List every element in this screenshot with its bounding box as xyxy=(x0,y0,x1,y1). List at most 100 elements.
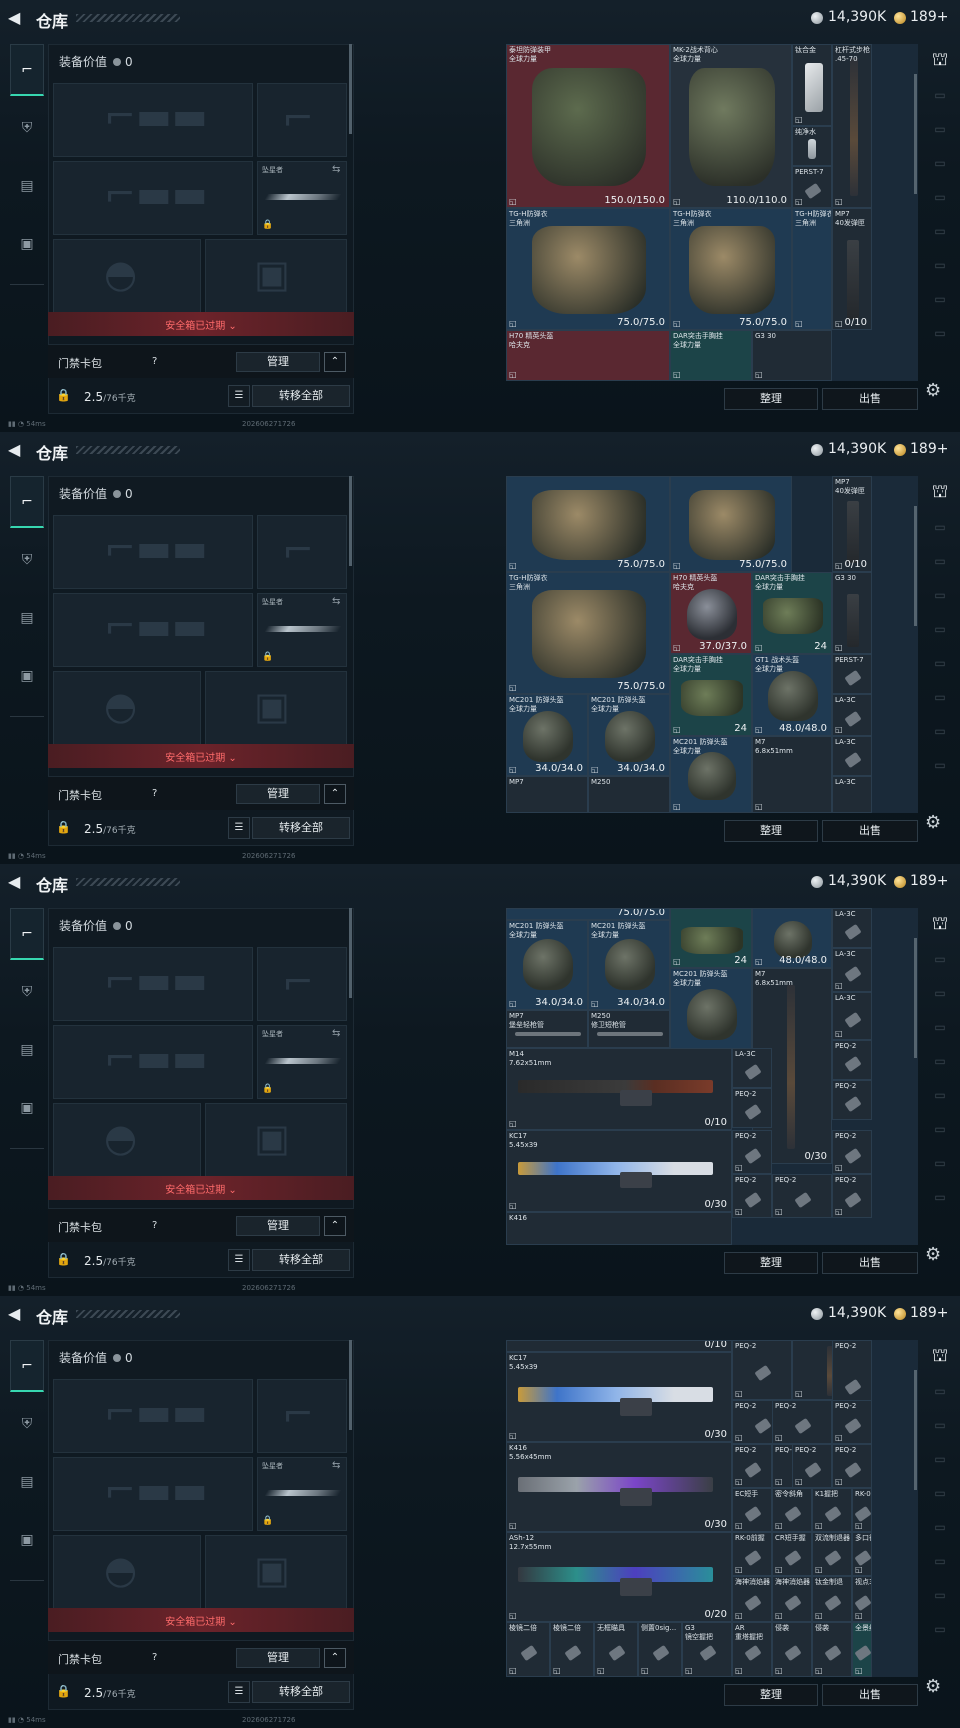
stash-item[interactable]: LA-3C xyxy=(732,1048,772,1088)
stash-item[interactable]: PEQ-2 ◱ xyxy=(832,1174,872,1218)
container-icon[interactable]: ▭ xyxy=(924,1180,956,1214)
stash-item[interactable]: PEQ-2 ◱ xyxy=(832,1130,872,1174)
stash-item[interactable]: 钛合金 ◱ xyxy=(792,44,832,126)
backpack-icon[interactable]: ⛫ xyxy=(924,44,956,78)
helmet-slot[interactable]: ◓ xyxy=(53,671,201,745)
backpack-icon[interactable]: ⛫ xyxy=(924,476,956,510)
stash-item[interactable]: MC201 防弹头盔 全球力量 34.0/34.0 ◱ xyxy=(506,920,588,1010)
stash-item[interactable]: MC201 防弹头盔 全球力量 34.0/34.0 ◱ xyxy=(588,920,670,1010)
stash-item[interactable]: 无框瞄具 ◱ xyxy=(594,1622,638,1677)
stash-item[interactable]: LA-3C ◱ xyxy=(832,992,872,1040)
container-icon[interactable]: ▭ xyxy=(924,942,956,976)
stash-item[interactable]: TG-H防弹衣 三角洲 75.0/75.0 ◱ xyxy=(506,208,670,330)
safe-box-expired-bar[interactable]: 安全箱已过期 ⌄ xyxy=(48,1176,354,1200)
stash-item[interactable]: 双流制退器 ◱ xyxy=(812,1532,852,1576)
secondary-weapon-slot[interactable]: ⌐▬▬ xyxy=(53,593,253,667)
container-icon[interactable]: ▭ xyxy=(924,1146,956,1180)
stash-item[interactable]: PEQ-2 ◱ xyxy=(832,1400,872,1444)
clipboard-category-icon[interactable]: ▤ xyxy=(10,1024,44,1076)
armor-category-icon[interactable]: ⛨ xyxy=(10,534,44,586)
stash-item[interactable]: DAR突击手胸挂 全球力量 24 ◱ xyxy=(752,572,832,654)
case-category-icon[interactable]: ▣ xyxy=(10,218,44,270)
stash-item[interactable]: 海神消焰器 ◱ xyxy=(732,1576,772,1622)
stash-item[interactable]: 棱镜二倍 ◱ xyxy=(506,1622,550,1677)
secondary-weapon-slot[interactable]: ⌐▬▬ xyxy=(53,1025,253,1099)
stash-item[interactable]: DAR突击手胸挂 全球力量 ◱ xyxy=(670,330,752,381)
container-icon[interactable]: ▭ xyxy=(924,646,956,680)
loadout-scrollbar[interactable] xyxy=(349,44,352,134)
stash-scrollbar[interactable] xyxy=(914,938,917,1058)
sort-button[interactable]: 整理 xyxy=(724,1684,818,1706)
loadout-scrollbar[interactable] xyxy=(349,1340,352,1430)
pistol-slot[interactable]: ⌐ xyxy=(257,947,347,1021)
container-icon[interactable]: ▭ xyxy=(924,1374,956,1408)
stash-item[interactable]: MC201 防弹头盔 全球力量 ◱ xyxy=(670,736,752,813)
gun-category-icon[interactable]: ⌐ xyxy=(10,476,44,528)
stash-item[interactable]: PEQ-2 xyxy=(832,1040,872,1080)
stash-item[interactable]: PERST-7 ◱ xyxy=(792,166,832,208)
container-icon[interactable]: ▭ xyxy=(924,146,956,180)
container-icon[interactable]: ▭ xyxy=(924,1476,956,1510)
stash-item[interactable]: TG-H防弹衣 三角洲 75.0/75.0 ◱ xyxy=(670,208,792,330)
stash-item[interactable]: MP7 xyxy=(506,776,588,813)
stash-item[interactable]: DAR突击手胸挂 全球力量 24 ◱ xyxy=(670,654,752,736)
armor-slot[interactable]: ▣ xyxy=(205,1535,347,1609)
swap-icon[interactable]: ⇆ xyxy=(332,164,340,175)
container-icon[interactable]: ▭ xyxy=(924,1010,956,1044)
clipboard-category-icon[interactable]: ▤ xyxy=(10,160,44,212)
gun-category-icon[interactable]: ⌐ xyxy=(10,1340,44,1392)
list-icon[interactable]: ☰ xyxy=(228,1681,250,1703)
melee-slot[interactable]: 坠星者 ⇆ 🔒 xyxy=(257,1025,347,1099)
stash-item[interactable]: KC17 5.45x39 0/30 ◱ xyxy=(506,1130,732,1212)
case-category-icon[interactable]: ▣ xyxy=(10,1082,44,1134)
primary-weapon-slot[interactable]: ⌐▬▬ xyxy=(53,947,253,1021)
case-category-icon[interactable]: ▣ xyxy=(10,1514,44,1566)
stash-item[interactable]: MK-2战术背心 全球力量 110.0/110.0 ◱ xyxy=(670,44,792,208)
container-icon[interactable]: ▭ xyxy=(924,1408,956,1442)
container-icon[interactable]: ▭ xyxy=(924,1612,956,1646)
container-icon[interactable]: ▭ xyxy=(924,680,956,714)
stash-item[interactable]: PEQ-2 ◱ xyxy=(832,1444,872,1488)
stash-item[interactable]: 侵袭 ◱ xyxy=(772,1622,812,1677)
stash-item[interactable]: G3 30 ◱ xyxy=(752,330,832,381)
safe-box-expired-bar[interactable]: 安全箱已过期 ⌄ xyxy=(48,1608,354,1632)
transfer-all-button[interactable]: 转移全部 xyxy=(252,817,350,839)
clipboard-category-icon[interactable]: ▤ xyxy=(10,1456,44,1508)
container-icon[interactable]: ▭ xyxy=(924,214,956,248)
stash-item[interactable]: M250 xyxy=(588,776,670,813)
stash-item[interactable]: 杠杆式步枪 .45-70 ◱ xyxy=(832,44,872,208)
stash-item[interactable]: M14 7.62x51mm 0/10 ◱ xyxy=(506,1048,732,1130)
container-icon[interactable]: ▭ xyxy=(924,1510,956,1544)
stash-item[interactable]: EC短手 ◱ xyxy=(732,1488,772,1532)
sort-button[interactable]: 整理 xyxy=(724,1252,818,1274)
stash-item[interactable]: 密令斜角 ◱ xyxy=(772,1488,812,1532)
safe-box-expired-bar[interactable]: 安全箱已过期 ⌄ xyxy=(48,312,354,336)
loadout-scrollbar[interactable] xyxy=(349,476,352,566)
chevron-up-icon[interactable]: ⌃ xyxy=(324,1648,346,1668)
chevron-up-icon[interactable]: ⌃ xyxy=(324,784,346,804)
stash-item[interactable]: LA-3C xyxy=(832,908,872,948)
armor-slot[interactable]: ▣ xyxy=(205,671,347,745)
stash-item[interactable]: K416 xyxy=(506,1212,732,1245)
stash-item[interactable]: 48.0/48.0 ◱ xyxy=(752,908,832,968)
container-icon[interactable]: ▭ xyxy=(924,544,956,578)
help-icon[interactable]: ? xyxy=(152,356,157,367)
backpack-icon[interactable]: ⛫ xyxy=(924,908,956,942)
loadout-scrollbar[interactable] xyxy=(349,908,352,998)
stash-item[interactable]: 钛金制退 ◱ xyxy=(812,1576,852,1622)
transfer-all-button[interactable]: 转移全部 xyxy=(252,1249,350,1271)
secondary-weapon-slot[interactable]: ⌐▬▬ xyxy=(53,1457,253,1531)
stash-scrollbar[interactable] xyxy=(914,74,917,194)
stash-item[interactable]: G3 镜空握把 ◱ xyxy=(682,1622,732,1677)
container-icon[interactable]: ▭ xyxy=(924,316,956,350)
melee-slot[interactable]: 坠星者 ⇆ 🔒 xyxy=(257,593,347,667)
stash-item[interactable]: 多口径消... ◱ xyxy=(852,1532,872,1576)
stash-item[interactable]: 纯净水 xyxy=(792,126,832,166)
stash-item[interactable]: H70 精英头盔 哈夫克 ◱ xyxy=(506,330,670,381)
gold-balance[interactable]: 189+ xyxy=(910,9,948,25)
back-icon[interactable]: ◀ xyxy=(8,1305,26,1323)
help-icon[interactable]: ? xyxy=(152,1220,157,1231)
stash-item[interactable]: MC201 防弹头盔 全球力量 34.0/34.0 ◱ xyxy=(588,694,670,776)
stash-item[interactable]: PERST-7 xyxy=(832,654,872,694)
backpack-icon[interactable]: ⛫ xyxy=(924,1340,956,1374)
